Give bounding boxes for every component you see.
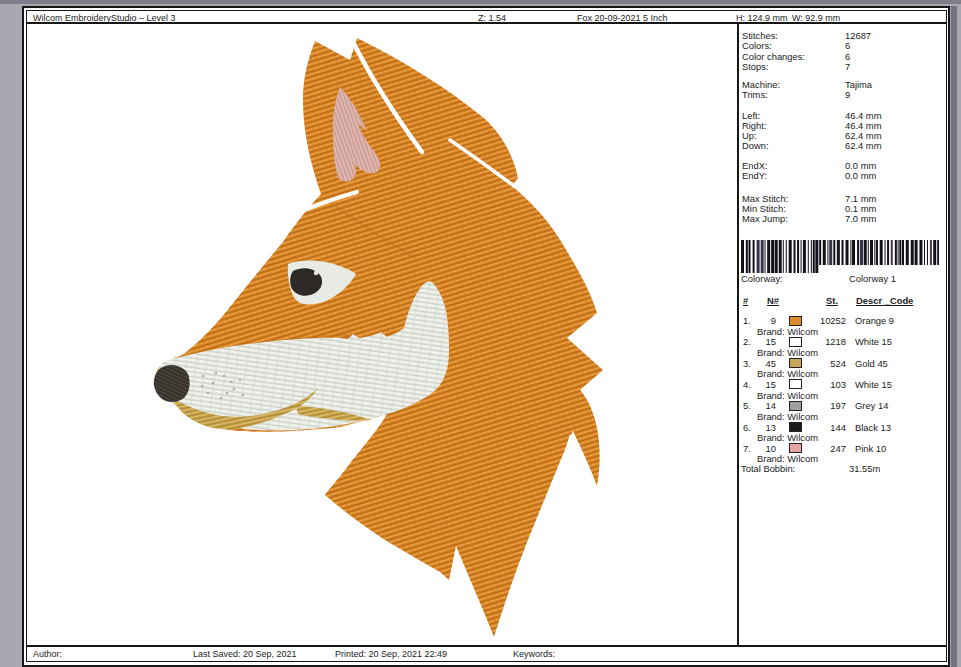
total-bobbin-label: Total Bobbin: — [741, 463, 795, 474]
thread-descr: Gold 45 — [855, 358, 888, 369]
thread-brand: Brand: Wilcom — [757, 326, 818, 337]
thread-brand: Brand: Wilcom — [757, 368, 818, 379]
eye-glint — [314, 271, 318, 275]
row-number: 7. — [743, 443, 751, 454]
stat-label: Trims: — [742, 89, 768, 100]
stitch-count: 524 — [798, 358, 846, 369]
stat-value: 62.4 mm — [845, 140, 881, 151]
keywords-label: Keywords: — [513, 649, 555, 659]
thread-brand: Brand: Wilcom — [757, 390, 818, 401]
thread-number: 9 — [756, 315, 776, 326]
thread-number: 10 — [756, 443, 776, 454]
thread-descr: Pink 10 — [855, 443, 886, 454]
thread-number: 13 — [756, 422, 776, 433]
stitch-count: 103 — [798, 379, 846, 390]
barcode — [741, 240, 939, 274]
stat-value: 9 — [845, 89, 850, 100]
stat-label: Max Jump: — [742, 213, 788, 224]
stitch-count: 1218 — [798, 336, 846, 347]
thread-number: 15 — [756, 379, 776, 390]
colorway-label: Colorway: — [741, 273, 783, 284]
row-number: 6. — [743, 422, 751, 433]
stitch-count: 144 — [798, 422, 846, 433]
stat-label: Stops: — [742, 61, 769, 72]
thread-brand: Brand: Wilcom — [757, 347, 818, 358]
thread-descr: White 15 — [855, 336, 892, 347]
nose — [154, 365, 190, 402]
thread-number: 45 — [756, 358, 776, 369]
row-number: 3. — [743, 358, 751, 369]
stat-value: 7 — [845, 61, 850, 72]
thread-descr: Orange 9 — [855, 315, 894, 326]
stitch-count: 197 — [798, 400, 846, 411]
thread-descr: Grey 14 — [855, 400, 888, 411]
row-number: 2. — [743, 336, 751, 347]
total-bobbin-value: 31.55m — [849, 463, 880, 474]
thread-descr: Black 13 — [855, 422, 891, 433]
stitch-count: 10252 — [798, 315, 846, 326]
thread-brand: Brand: Wilcom — [757, 411, 818, 422]
thread-number: 15 — [756, 336, 776, 347]
row-number: 4. — [743, 379, 751, 390]
thread-descr: White 15 — [855, 379, 892, 390]
author-label: Author: — [33, 649, 62, 659]
stat-value: 0.0 mm — [845, 170, 876, 181]
stat-value: 7.0 mm — [845, 213, 876, 224]
thread-number: 14 — [756, 400, 776, 411]
stitch-count: 247 — [798, 443, 846, 454]
col-header-descr: Descr _Code — [856, 295, 913, 306]
thread-brand: Brand: Wilcom — [757, 432, 818, 443]
stat-label: Down: — [742, 140, 769, 151]
col-header-num: # — [743, 295, 748, 306]
colorway-value: Colorway 1 — [849, 273, 896, 284]
col-header-n: N# — [767, 295, 779, 306]
stat-label: EndY: — [742, 170, 767, 181]
printed: Printed: 20 Sep, 2021 22:49 — [335, 649, 447, 659]
last-saved: Last Saved: 20 Sep, 2021 — [193, 649, 297, 659]
col-header-st: St. — [826, 295, 838, 306]
row-number: 1. — [743, 315, 751, 326]
row-number: 5. — [743, 400, 751, 411]
